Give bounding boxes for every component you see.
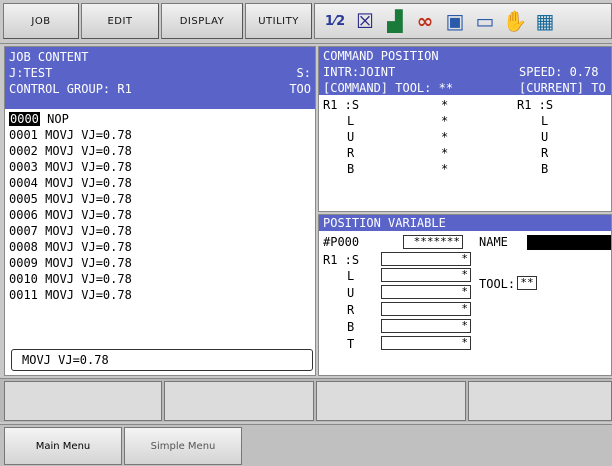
chart-icon[interactable]: ▟ [383,9,407,33]
job-line[interactable]: 0002 MOVJ VJ=0.78 [9,143,311,159]
command-position-panel: COMMAND POSITION INTR:JOINT SPEED: 0.78 … [318,46,612,212]
name-label: NAME [479,235,508,249]
job-line[interactable]: 0001 MOVJ VJ=0.78 [9,127,311,143]
command-axis-value: * [441,130,449,144]
variable-axis-label: R [347,303,355,317]
job-content-header: JOB CONTENT J:TEST S: CONTROL GROUP: R1 … [5,47,315,109]
position-variable-header: POSITION VARIABLE [319,215,611,231]
variable-axis-field[interactable]: * [381,336,471,350]
variable-number: #P000 [323,235,360,249]
main-menu-button[interactable]: Main Menu [4,427,122,465]
current-axis-label: U [541,130,549,144]
variable-axis-label: T [347,337,355,351]
command-axis-value: * [441,146,449,160]
current-group-label: R1 :S [517,98,554,112]
job-line[interactable]: 0010 MOVJ VJ=0.78 [9,271,311,287]
command-axis-label: U [347,130,355,144]
teach-mode-icon[interactable]: 1⁄2 [323,9,347,33]
variable-value-field[interactable]: ******* [403,235,463,249]
variable-group-label: R1 :S [323,253,360,267]
link-icon[interactable]: ∞ [413,9,437,33]
grid-icon[interactable]: ▦ [533,9,557,33]
top-menu-bar: JOB EDIT DISPLAY UTILITY 1⁄2 ☒ ▟ ∞ ▣ ▭ ✋ ▦ [0,0,612,44]
job-line-cursor[interactable]: 0000 NOP [9,111,311,127]
function-key-4[interactable] [468,381,612,421]
command-axis-value: * [441,162,449,176]
command-axis-label: R [347,146,355,160]
job-line[interactable]: 0003 MOVJ VJ=0.78 [9,159,311,175]
menu-utility[interactable]: UTILITY [245,3,312,39]
job-line[interactable]: 0004 MOVJ VJ=0.78 [9,175,311,191]
variable-axis-field[interactable]: * [381,252,471,266]
interpolation-type: INTR:JOINT [323,65,396,79]
function-key-2[interactable] [164,381,314,421]
command-axis-value: * [441,114,449,128]
position-variable-title: POSITION VARIABLE [323,216,446,230]
variable-axis-field[interactable]: * [381,319,471,333]
hand-icon[interactable]: ✋ [503,9,528,33]
function-key-bar [0,378,612,422]
command-axis-row: L * L [319,113,611,129]
current-label: [CURRENT] TO [519,81,606,95]
bottom-menu-bar: Main Menu Simple Menu [0,424,612,466]
screen-icon[interactable]: ▭ [473,9,497,33]
status-icon-bar: 1⁄2 ☒ ▟ ∞ ▣ ▭ ✋ ▦ [314,3,612,39]
current-axis-label: B [541,162,549,176]
speed-value: SPEED: 0.78 [519,65,599,79]
job-line[interactable]: 0011 MOVJ VJ=0.78 [9,287,311,303]
command-axis-row: R * R [319,145,611,161]
command-edit-buffer[interactable]: MOVJ VJ=0.78 [11,349,313,371]
command-axis-label: B [347,162,355,176]
command-axis-row: B * B [319,161,611,177]
job-line[interactable]: 0005 MOVJ VJ=0.78 [9,191,311,207]
variable-axis-label: B [347,320,355,334]
job-content-title: JOB CONTENT [9,50,89,64]
command-axis-row: U * U [319,129,611,145]
position-variable-panel: POSITION VARIABLE #P000 ******* NAME R1 … [318,214,612,376]
job-line[interactable]: 0008 MOVJ VJ=0.78 [9,239,311,255]
command-position-values: R1 :S * R1 :S L * L U * U R * R B * B [319,95,611,179]
step-label: S: [296,66,311,80]
variable-axis-label: U [347,286,355,300]
name-field[interactable] [527,235,611,250]
current-axis-label: R [541,146,549,160]
job-name: J:TEST [9,66,53,80]
menu-display[interactable]: DISPLAY [161,3,243,39]
current-axis-label: L [541,114,549,128]
variable-tool-field[interactable]: ** [517,276,537,290]
job-content-panel: JOB CONTENT J:TEST S: CONTROL GROUP: R1 … [4,46,316,376]
memory-icon[interactable]: ▣ [443,9,467,33]
menu-edit[interactable]: EDIT [81,3,159,39]
simple-menu-button[interactable]: Simple Menu [124,427,242,465]
edit-check-icon[interactable]: ☒ [353,9,377,33]
command-position-title: COMMAND POSITION [323,49,439,63]
command-axis-label: L [347,114,355,128]
command-group-label: R1 :S [323,98,360,112]
command-tool: [COMMAND] TOOL: ** [323,81,454,95]
command-axis-value: * [441,98,449,112]
job-line-list: 0000 NOP 0001 MOVJ VJ=0.78 0002 MOVJ VJ=0… [5,109,315,305]
variable-axis-field[interactable]: * [381,302,471,316]
job-line[interactable]: 0006 MOVJ VJ=0.78 [9,207,311,223]
variable-axis-field[interactable]: * [381,285,471,299]
cursor-line-number[interactable]: 0000 [9,112,40,126]
control-group: CONTROL GROUP: R1 [9,82,132,96]
job-line[interactable]: 0009 MOVJ VJ=0.78 [9,255,311,271]
function-key-1[interactable] [4,381,162,421]
job-line[interactable]: 0007 MOVJ VJ=0.78 [9,223,311,239]
variable-axis-label: L [347,269,355,283]
menu-job[interactable]: JOB [3,3,79,39]
variable-axis-field[interactable]: * [381,268,471,282]
tool-label: TOO [289,82,311,96]
cursor-line-text[interactable]: NOP [47,112,69,126]
function-key-3[interactable] [316,381,466,421]
variable-tool-label: TOOL: [479,277,516,291]
command-position-header: COMMAND POSITION INTR:JOINT SPEED: 0.78 … [319,47,611,95]
